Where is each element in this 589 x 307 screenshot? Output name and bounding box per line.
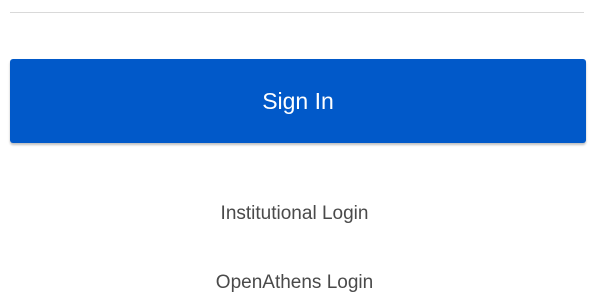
password-field-underline bbox=[10, 12, 584, 13]
institutional-login-link[interactable]: Institutional Login bbox=[0, 203, 589, 225]
login-panel: Sign In Institutional Login OpenAthens L… bbox=[0, 0, 589, 307]
openathens-login-link[interactable]: OpenAthens Login bbox=[0, 272, 589, 294]
sign-in-button[interactable]: Sign In bbox=[10, 59, 586, 143]
